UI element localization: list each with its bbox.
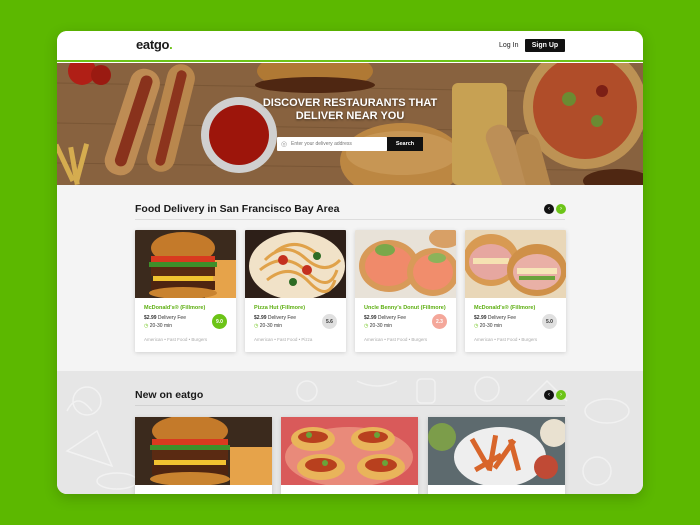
clock-icon: ◷ xyxy=(144,323,149,329)
burger-image xyxy=(135,230,236,298)
chevron-right-icon[interactable]: › xyxy=(556,204,566,214)
fee-label: Delivery Fee xyxy=(487,315,516,321)
fee-label: Delivery Fee xyxy=(377,315,406,321)
logo[interactable]: eatgo. xyxy=(136,37,173,52)
section-divider xyxy=(135,219,565,220)
cuisine-tags: American • Fast Food • Burgers xyxy=(364,337,428,342)
delivery-fee: $2.99 Delivery Fee xyxy=(364,315,406,321)
section-title: Food Delivery in San Francisco Bay Area xyxy=(135,203,340,215)
logo-text: eatgo xyxy=(136,37,170,52)
top-nav: eatgo. Log In Sign Up xyxy=(57,31,643,62)
delivery-fee: $2.99 Delivery Fee xyxy=(144,315,186,321)
location-pin-icon: ◎ xyxy=(280,141,288,148)
clock-icon: ◷ xyxy=(474,323,479,329)
login-link[interactable]: Log In xyxy=(499,42,518,49)
section-divider xyxy=(135,405,565,406)
browser-window: eatgo. Log In Sign Up DISCOVER RESTAURAN… xyxy=(57,31,643,494)
restaurant-card[interactable]: Pizza Hut (Fillmore) $2.99 Delivery Fee … xyxy=(245,230,346,352)
delivery-time: ◷ 20-30 min xyxy=(364,323,392,329)
address-input[interactable] xyxy=(291,141,381,147)
time-value: 20-30 min xyxy=(479,323,502,329)
rating-badge: 5.0 xyxy=(542,314,557,329)
new-restaurant-card[interactable] xyxy=(281,417,418,494)
cuisine-tags: American • Fast Food • Pizza xyxy=(254,337,313,342)
rating-badge: 5.6 xyxy=(322,314,337,329)
tacos-image xyxy=(281,417,418,485)
logo-dot: . xyxy=(169,37,173,52)
restaurant-name: Pizza Hut (Fillmore) xyxy=(254,305,306,311)
rating-badge: 9.0 xyxy=(212,314,227,329)
restaurant-name: McDonald's® (Fillmore) xyxy=(474,305,536,311)
restaurant-name: McDonald's® (Fillmore) xyxy=(144,305,206,311)
hero-overlay xyxy=(57,63,643,185)
hero-title: DISCOVER RESTAURANTS THAT DELIVER NEAR Y… xyxy=(262,97,438,122)
delivery-time: ◷ 20-30 min xyxy=(144,323,172,329)
fee-amount: $2.99 xyxy=(254,315,267,321)
chevron-left-icon[interactable]: ‹ xyxy=(544,204,554,214)
delivery-time: ◷ 20-30 min xyxy=(254,323,282,329)
cuisine-tags: American • Fast Food • Burgers xyxy=(144,337,208,342)
hero-banner: DISCOVER RESTAURANTS THAT DELIVER NEAR Y… xyxy=(57,63,643,185)
delivery-fee: $2.99 Delivery Fee xyxy=(254,315,296,321)
restaurant-card[interactable]: McDonald's® (Fillmore) $2.99 Delivery Fe… xyxy=(135,230,236,352)
restaurant-card[interactable]: Uncle Benny's Donut (Fillmore) $2.99 Del… xyxy=(355,230,456,352)
burger-image xyxy=(135,417,272,485)
carousel-controls: ‹ › xyxy=(544,204,566,214)
new-section: New on eatgo ‹ › xyxy=(57,371,643,494)
signup-button[interactable]: Sign Up xyxy=(525,39,565,52)
restaurant-card[interactable]: McDonald's® (Fillmore) $2.99 Delivery Fe… xyxy=(465,230,566,352)
chevron-right-icon[interactable]: › xyxy=(556,390,566,400)
restaurant-name: Uncle Benny's Donut (Fillmore) xyxy=(364,305,446,311)
clock-icon: ◷ xyxy=(364,323,369,329)
carousel-controls: ‹ › xyxy=(544,390,566,400)
fee-label: Delivery Fee xyxy=(267,315,296,321)
clock-icon: ◷ xyxy=(254,323,259,329)
bagel-salmon-image xyxy=(355,230,456,298)
sandwich-image xyxy=(465,230,566,298)
pasta-image xyxy=(245,230,346,298)
search-button[interactable]: Search xyxy=(387,137,423,151)
rating-badge: 2.3 xyxy=(432,314,447,329)
cuisine-tags: American • Fast Food • Burgers xyxy=(474,337,538,342)
fee-amount: $2.99 xyxy=(474,315,487,321)
fee-amount: $2.99 xyxy=(144,315,157,321)
address-search-box: ◎ xyxy=(277,137,387,151)
fee-amount: $2.99 xyxy=(364,315,377,321)
fee-label: Delivery Fee xyxy=(157,315,186,321)
section-title: New on eatgo xyxy=(135,389,204,401)
time-value: 20-30 min xyxy=(259,323,282,329)
new-restaurant-card[interactable] xyxy=(135,417,272,494)
time-value: 20-30 min xyxy=(369,323,392,329)
new-restaurant-card[interactable] xyxy=(428,417,565,494)
delivery-time: ◷ 20-30 min xyxy=(474,323,502,329)
delivery-section: Food Delivery in San Francisco Bay Area … xyxy=(57,185,643,371)
time-value: 20-30 min xyxy=(149,323,172,329)
chevron-left-icon[interactable]: ‹ xyxy=(544,390,554,400)
fries-salad-image xyxy=(428,417,565,485)
delivery-fee: $2.99 Delivery Fee xyxy=(474,315,516,321)
